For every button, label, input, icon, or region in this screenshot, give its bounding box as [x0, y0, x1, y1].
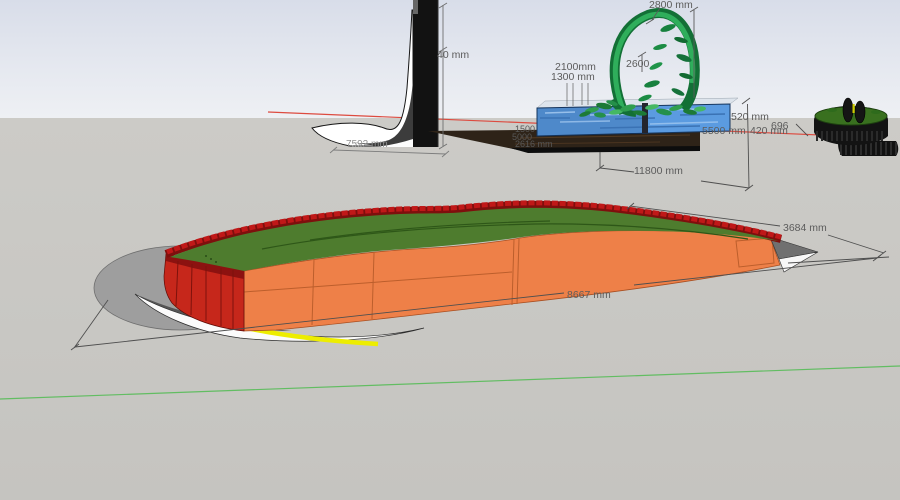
dim-label-base-c[interactable]: 2616 mm [515, 140, 553, 149]
scene-canvas [0, 0, 900, 500]
dim-label-planter-depth[interactable]: 520 mm [731, 112, 769, 123]
tower-column [413, 0, 438, 147]
tower-swoosh-white [312, 10, 413, 146]
dim-label-tower-base[interactable]: 7592 mm [346, 140, 388, 151]
dim-label-mound[interactable]: 696 [771, 121, 789, 132]
dim-tower-height-line [439, 3, 447, 149]
mound-tuft-right [871, 110, 881, 114]
dim-label-planter-length[interactable]: 5500 mm [702, 126, 746, 137]
dim-label-arch-height[interactable]: 2600 [626, 59, 649, 70]
organic-platform-model[interactable] [94, 203, 818, 344]
mound-plant-left [843, 98, 853, 122]
tower-column-highlight [413, 0, 418, 14]
dim-label-arch-total[interactable]: 2800 mm [649, 0, 693, 11]
mound-plant-right [855, 101, 865, 123]
mound-tuft-left [827, 108, 837, 112]
dim-label-tower-height[interactable]: 40 mm [437, 50, 469, 61]
green-axis-line [0, 366, 900, 399]
dim-label-platform-width[interactable]: 3684 mm [783, 223, 827, 234]
dim-label-row-length[interactable]: 11800 mm [634, 166, 683, 177]
3d-viewport[interactable]: 40 mm 7592 mm 2800 mm 2600 2100mm 1300 m… [0, 0, 900, 500]
dim-label-platform-length[interactable]: 8667 mm [567, 290, 611, 301]
curved-tower-model[interactable] [312, 0, 438, 147]
mound-yellow-accent [853, 104, 855, 113]
dim-label-planter-h2[interactable]: 1300 mm [551, 72, 595, 83]
rock-mound-model[interactable] [814, 98, 898, 156]
